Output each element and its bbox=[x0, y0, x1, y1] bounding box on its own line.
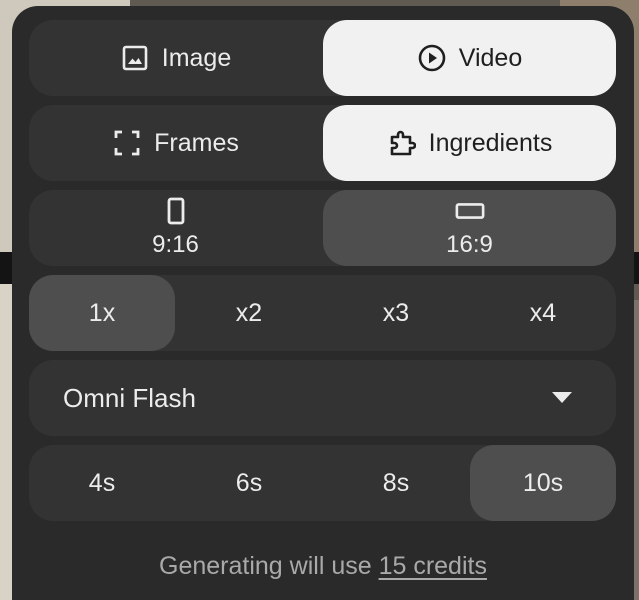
model-dropdown[interactable]: Omni Flash bbox=[29, 360, 616, 436]
aspect-ratio-selector: 9:16 16:9 bbox=[29, 190, 616, 266]
input-type-selector: Frames Ingredients bbox=[29, 105, 616, 181]
puzzle-icon bbox=[387, 128, 417, 158]
output-count-selector: 1x x2 x3 x4 bbox=[29, 275, 616, 351]
landscape-rect-icon bbox=[455, 197, 485, 225]
mode-selector: Image Video bbox=[29, 20, 616, 96]
credits-prefix-text: Generating will use bbox=[159, 552, 379, 580]
count-option-label: x2 bbox=[235, 298, 263, 327]
duration-4s-button[interactable]: 4s bbox=[29, 445, 175, 521]
duration-option-label: 10s bbox=[522, 468, 564, 497]
ingredients-button[interactable]: Ingredients bbox=[323, 105, 616, 181]
aspect-16-9-button[interactable]: 16:9 bbox=[323, 190, 616, 266]
duration-option-label: 4s bbox=[88, 468, 116, 497]
video-mode-label: Video bbox=[458, 43, 523, 72]
count-x3-button[interactable]: x3 bbox=[323, 275, 469, 351]
count-option-label: 1x bbox=[88, 298, 116, 327]
play-circle-icon bbox=[417, 43, 447, 73]
count-1x-button[interactable]: 1x bbox=[29, 275, 175, 351]
model-selected-label: Omni Flash bbox=[63, 382, 196, 413]
count-x2-button[interactable]: x2 bbox=[176, 275, 322, 351]
frames-button[interactable]: Frames bbox=[29, 105, 322, 181]
credits-footer: Generating will use 15 credits bbox=[12, 546, 634, 586]
ingredients-label: Ingredients bbox=[428, 128, 553, 157]
image-icon bbox=[120, 43, 150, 73]
duration-8s-button[interactable]: 8s bbox=[323, 445, 469, 521]
portrait-rect-icon bbox=[161, 197, 191, 225]
duration-option-label: 6s bbox=[235, 468, 263, 497]
count-option-label: x4 bbox=[529, 298, 557, 327]
duration-selector: 4s 6s 8s 10s bbox=[29, 445, 616, 521]
duration-10s-button[interactable]: 10s bbox=[470, 445, 616, 521]
duration-option-label: 8s bbox=[382, 468, 410, 497]
frames-label: Frames bbox=[154, 128, 239, 157]
image-mode-button[interactable]: Image bbox=[29, 20, 322, 96]
aspect-9-16-button[interactable]: 9:16 bbox=[29, 190, 322, 266]
aspect-9-16-label: 9:16 bbox=[152, 231, 199, 258]
aspect-16-9-label: 16:9 bbox=[446, 231, 493, 258]
frames-icon bbox=[112, 128, 142, 158]
image-mode-label: Image bbox=[161, 43, 232, 72]
count-option-label: x3 bbox=[382, 298, 410, 327]
count-x4-button[interactable]: x4 bbox=[470, 275, 616, 351]
duration-6s-button[interactable]: 6s bbox=[176, 445, 322, 521]
generation-settings-popover: Image Video Frames Ingredients 9:16 16:9… bbox=[12, 6, 634, 600]
credits-link[interactable]: 15 credits bbox=[379, 552, 487, 580]
video-mode-button[interactable]: Video bbox=[323, 20, 616, 96]
caret-down-icon bbox=[552, 392, 572, 403]
